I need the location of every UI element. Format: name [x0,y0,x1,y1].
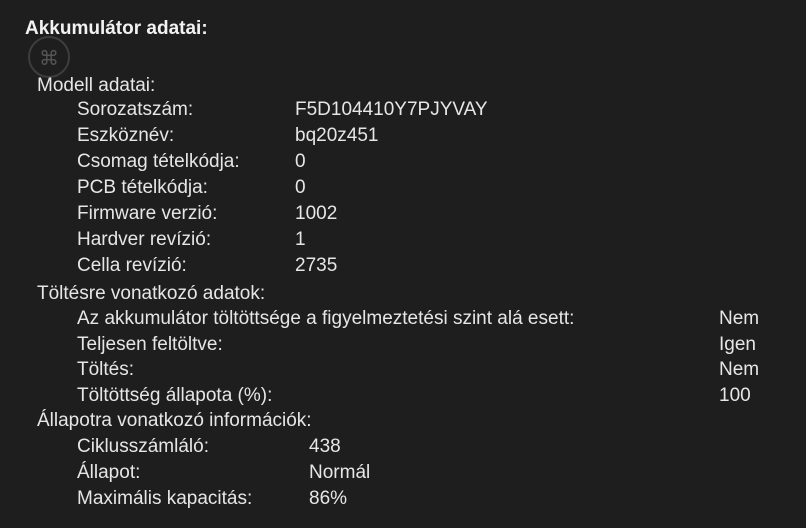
value-cell-revision: 2735 [295,255,338,276]
value-hardware-revision: 1 [295,229,306,250]
label-maximum-capacity: Maximális kapacitás: [77,488,253,509]
label-fully-charged: Teljesen feltöltve: [77,334,223,355]
value-fully-charged: Igen [719,334,756,355]
label-condition: Állapot: [77,462,141,483]
value-serial-number: F5D104410Y7PJYVAY [295,99,488,120]
value-device-name: bq20z451 [295,125,379,146]
section-heading-model: Modell adatai: [37,75,156,96]
value-pcb-lot-code: 0 [295,177,306,198]
value-charging: Nem [719,359,760,380]
section-heading-health: Állapotra vonatkozó információk: [37,410,312,431]
label-state-of-charge: Töltöttség állapota (%): [77,385,273,406]
value-state-of-charge: 100 [719,385,751,406]
label-cycle-count: Ciklusszámláló: [77,436,209,457]
command-key-icon: ⌘ [28,36,70,78]
label-serial-number: Sorozatszám: [77,99,194,120]
label-charging: Töltés: [77,359,135,380]
value-firmware-version: 1002 [295,203,338,224]
label-cell-revision: Cella revízió: [77,255,187,276]
label-below-warning-level: Az akkumulátor töltöttsége a figyelmezte… [77,308,575,329]
section-heading-charge: Töltésre vonatkozó adatok: [37,283,266,304]
value-cycle-count: 438 [309,436,341,457]
value-below-warning-level: Nem [719,308,760,329]
value-pack-lot-code: 0 [295,151,306,172]
label-hardware-revision: Hardver revízió: [77,229,212,250]
label-pcb-lot-code: PCB tételkódja: [77,177,208,198]
label-firmware-version: Firmware verzió: [77,203,218,224]
value-maximum-capacity: 86% [309,488,348,509]
label-device-name: Eszköznév: [77,125,175,146]
label-pack-lot-code: Csomag tételkódja: [77,151,240,172]
value-condition: Normál [309,462,371,483]
